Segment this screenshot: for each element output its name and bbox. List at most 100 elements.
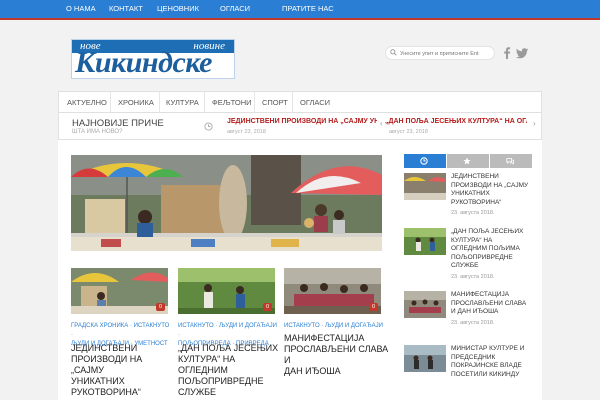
article-thumb-fair[interactable]: 0: [71, 268, 168, 314]
sidebar-post-title: „ДАН ПОЉА ЈЕСЕЊИХ КУЛТУРА“ НА ОГЛЕДНИМ П…: [451, 228, 531, 271]
comments-icon: [506, 158, 514, 165]
title-line: ПРОСЛАВЉЕНИ СЛАВА И: [284, 344, 389, 365]
sidebar-post-date: 23. августа 2018.: [451, 210, 495, 216]
topbar-link-contact[interactable]: КОНТАКТ: [109, 4, 143, 13]
article-title-field-day[interactable]: „ДАН ПОЉА ЈЕСЕЊИХ КУЛТУРА“ НА ОГЛЕДНИМ П…: [178, 343, 283, 398]
search-box: [385, 46, 495, 60]
category-link[interactable]: ИСТАКНУТО: [178, 323, 214, 329]
celebration-scene: [284, 268, 381, 314]
sidebar-thumb: [404, 291, 446, 318]
title-line: СЛУЖБЕ: [178, 387, 217, 397]
article-title-celebration[interactable]: МАНИФЕСТАЦИЈА ПРОСЛАВЉЕНИ СЛАВА И ДАН ИЂ…: [284, 333, 389, 377]
nav-divider: [204, 92, 205, 112]
search-icon: [390, 49, 397, 56]
nav-item-culture[interactable]: КУЛТУРА: [166, 98, 199, 107]
nav-divider: [254, 92, 255, 112]
title-line: ПРЕДСЕДНИК: [451, 353, 496, 361]
title-line: РУКОТВОРИНА“: [71, 387, 141, 397]
title-line: ЈЕДИНСТВЕНИ: [451, 173, 499, 180]
category-link[interactable]: ЉУДИ И ДОГАЂАЈИ: [325, 323, 383, 329]
ticker-next-arrow[interactable]: ›: [533, 119, 536, 128]
ticker-headline-2[interactable]: „ДАН ПОЉА ЈЕСЕЊИХ КУЛТУРА“ НА ОГЛ: [385, 118, 527, 125]
title-line: УНИКАТНИХ: [451, 190, 490, 198]
sidebar-thumb: [404, 345, 446, 372]
top-bar: О НАМА КОНТАКТ ЦЕНОВНИК ОГЛАСИ ПРАТИТЕ Н…: [0, 0, 600, 20]
sidebar-post[interactable]: ЈЕДИНСТВЕНИ ПРОИЗВОДИ НА „САЈМУ УНИКАТНИ…: [404, 173, 532, 221]
nav-divider: [292, 92, 293, 112]
main-nav: АКТУЕЛНО ХРОНИКА КУЛТУРА ФЕЉТОНИ СПОРТ О…: [58, 91, 542, 113]
category-link[interactable]: ИСТАКНУТО: [284, 323, 320, 329]
clock-icon: [420, 157, 428, 165]
sidebar-post[interactable]: МИНИСТАР КУЛТУРЕ И ПРЕДСЕДНИК ПОКРАЈИНСК…: [404, 345, 532, 395]
title-line: ЈЕДИНСТВЕНИ: [71, 343, 138, 353]
sidebar-thumb: [404, 173, 446, 200]
search-input[interactable]: [400, 48, 492, 59]
fair-scene: [71, 268, 168, 314]
sidebar-thumb-image: [404, 345, 446, 372]
sidebar-post-date: 23. августа 2018.: [451, 274, 495, 280]
sidebar-post-title: ЈЕДИНСТВЕНИ ПРОИЗВОДИ НА „САЈМУ УНИКАТНИ…: [451, 173, 531, 207]
nav-item-sport[interactable]: СПОРТ: [262, 98, 288, 107]
title-line: ПРОИЗВОДИ НА „САЈМУ: [71, 354, 143, 375]
star-icon: [463, 157, 471, 165]
sidebar-thumb-image: [404, 228, 446, 255]
nav-divider: [110, 92, 111, 112]
ticker-prev-arrow[interactable]: ‹: [380, 119, 383, 128]
article-thumb-field-day[interactable]: 0: [178, 268, 275, 314]
category-link[interactable]: ИСТАКНУТО: [134, 323, 170, 329]
title-line: ПРОИЗВОДИ НА „САЈМУ: [451, 181, 529, 189]
sidebar-post-title: МАНИФЕСТАЦИЈА ПРОСЛАВЉЕНИ СЛАВА И ДАН ИЂ…: [451, 291, 531, 317]
nav-item-features[interactable]: ФЕЉТОНИ: [212, 98, 252, 107]
sidebar-thumb-image: [404, 291, 446, 318]
title-line: ПОСЕТИЛИ КИКИНДУ: [451, 370, 520, 378]
topbar-link-about[interactable]: О НАМА: [66, 4, 96, 13]
title-line: КУЛТУРА“ НА: [451, 236, 493, 244]
nav-item-chronicle[interactable]: ХРОНИКА: [118, 98, 154, 107]
sidebar-post-title: МИНИСТАР КУЛТУРЕ И ПРЕДСЕДНИК ПОКРАЈИНСК…: [451, 345, 531, 379]
category-link[interactable]: ЉУДИ И ДОГАЂАЈИ: [219, 323, 277, 329]
facebook-icon[interactable]: [500, 46, 514, 60]
featured-photo-market[interactable]: [71, 155, 382, 251]
comment-count-badge: 0: [155, 303, 165, 311]
title-line: „ДАН ПОЉА ЈЕСЕЊИХ: [451, 228, 524, 235]
twitter-icon[interactable]: [515, 46, 529, 60]
title-line: РУКОТВОРИНА“: [451, 198, 502, 206]
category-link[interactable]: ГРАДСКА ХРОНИКА: [71, 323, 128, 329]
article-title-fair[interactable]: ЈЕДИНСТВЕНИ ПРОИЗВОДИ НА „САЈМУ УНИКАТНИ…: [71, 343, 176, 398]
title-line: УНИКАТНИХ: [71, 376, 125, 386]
site-logo[interactable]: нове новине Кикиндске: [71, 39, 235, 79]
sidebar-post[interactable]: „ДАН ПОЉА ЈЕСЕЊИХ КУЛТУРА“ НА ОГЛЕДНИМ П…: [404, 228, 532, 284]
article-thumb-celebration[interactable]: 0: [284, 268, 381, 314]
title-line: „ДАН ПОЉА ЈЕСЕЊИХ: [178, 343, 279, 353]
ticker-subtitle: ШТА ИМА НОВО?: [72, 129, 123, 135]
article-categories: ИСТАКНУТО · ЉУДИ И ДОГАЂАЈИ: [284, 323, 383, 329]
sidebar-thumb-image: [404, 173, 446, 200]
title-line: КУЛТУРА“ НА ОГЛЕДНИМ: [178, 354, 236, 375]
ticker-title: НАЈНОВИЈЕ ПРИЧЕ: [72, 118, 164, 129]
latest-stories-ticker: НАЈНОВИЈЕ ПРИЧЕ ШТА ИМА НОВО? ЈЕДИНСТВЕН…: [58, 113, 542, 140]
tab-popular[interactable]: [447, 154, 489, 168]
sidebar-tabs: [404, 154, 532, 168]
market-scene: [71, 155, 382, 251]
title-line: ПОЉОПРИВРЕДНЕ: [178, 376, 264, 386]
sidebar-post[interactable]: МАНИФЕСТАЦИЈА ПРОСЛАВЉЕНИ СЛАВА И ДАН ИЂ…: [404, 291, 532, 339]
content-area: 0 ГРАДСКА ХРОНИКА · ИСТАКНУТО · ЉУДИ И Д…: [58, 140, 542, 400]
tab-recent[interactable]: [404, 154, 446, 168]
field-scene: [178, 268, 275, 314]
title-line: И ДАН ИЂОША: [451, 308, 499, 316]
topbar-link-follow[interactable]: ПРАТИТЕ НАС: [282, 4, 334, 13]
comment-count-badge: 0: [262, 303, 272, 311]
topbar-link-ads[interactable]: ОГЛАСИ: [220, 4, 250, 13]
title-line: МАНИФЕСТАЦИЈА: [284, 333, 365, 343]
tab-comments[interactable]: [490, 154, 532, 168]
nav-item-current[interactable]: АКТУЕЛНО: [67, 98, 107, 107]
topbar-link-pricelist[interactable]: ЦЕНОВНИК: [157, 4, 199, 13]
nav-item-ads[interactable]: ОГЛАСИ: [300, 98, 330, 107]
title-line: ПОЉОПРИВРЕДНЕ: [451, 253, 513, 261]
title-line: ПРОСЛАВЉЕНИ СЛАВА: [451, 299, 527, 307]
clock-icon: [204, 122, 213, 131]
title-line: ДАН ИЂОША: [284, 366, 341, 376]
title-line: ПОКРАЈИНСКЕ ВЛАДЕ: [451, 362, 522, 370]
ticker-headline-1[interactable]: ЈЕДИНСТВЕНИ ПРОИЗВОДИ НА „САЈМУ УНИ: [227, 118, 377, 125]
title-line: СЛУЖБЕ: [451, 262, 479, 270]
